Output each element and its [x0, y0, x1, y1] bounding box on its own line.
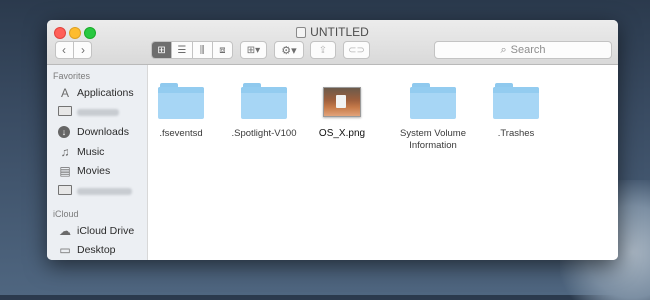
sidebar-item-label: iCloud Drive — [77, 225, 135, 237]
share-icon: ⇪ — [318, 44, 328, 56]
sidebar-item-redacted-folder[interactable] — [58, 103, 147, 121]
view-switcher: ⊞ ☰ ⫼ ⧈ — [151, 41, 233, 59]
sidebar-item-redacted-folder-2[interactable] — [58, 182, 147, 200]
chevron-left-icon: ‹ — [62, 43, 66, 57]
search-icon: ⌕ — [500, 43, 507, 56]
folder-icon — [493, 83, 539, 119]
file-item[interactable]: System Volume Information — [388, 77, 478, 152]
file-name: .Trashes — [497, 128, 535, 139]
sidebar-item-movies[interactable]: ▤ Movies — [58, 162, 147, 180]
redacted-label — [77, 187, 132, 195]
desktop-icon: ▭ — [59, 243, 71, 257]
list-view-button[interactable]: ☰ — [171, 42, 191, 58]
arrange-button[interactable]: ⊞▾ — [240, 41, 267, 59]
sidebar-item-label: Music — [77, 146, 105, 158]
sidebar-item-label: Applications — [77, 87, 134, 99]
tags-button[interactable]: ⊂⊃ — [343, 41, 370, 59]
file-item[interactable]: .fseventsd — [136, 77, 226, 140]
sidebar: Favorites A Applications ↓ Downloads ♫ M… — [47, 65, 148, 260]
file-item[interactable]: .Trashes — [471, 77, 561, 140]
folder-icon — [158, 83, 204, 119]
column-view-button[interactable]: ⫼ — [191, 42, 212, 58]
cover-flow-button[interactable]: ⧈ — [211, 42, 232, 58]
arrange-icon: ⊞▾ — [246, 44, 261, 56]
file-name: .fseventsd — [159, 128, 203, 139]
back-button[interactable]: ‹ — [55, 42, 73, 58]
file-item[interactable]: OS_X.png — [297, 77, 387, 140]
titlebar: UNTITLED ‹ › ⊞ ☰ ⫼ ⧈ ⊞▾ ⚙▾ ⇪ ⊂⊃ ⌕ Search — [47, 20, 618, 65]
downloads-icon: ↓ — [58, 126, 72, 138]
file-item[interactable]: .Spotlight-V100 — [219, 77, 309, 140]
sidebar-item-label: Desktop — [77, 244, 116, 256]
file-name: .Spotlight-V100 — [231, 128, 297, 139]
forward-button[interactable]: › — [73, 42, 92, 58]
file-name-line-2: Information — [409, 140, 457, 151]
window-title-text: UNTITLED — [310, 25, 369, 39]
tag-icon: ⊂⊃ — [348, 44, 365, 56]
file-browser: .fseventsd .Spotlight-V100 OS_X.png Syst… — [148, 65, 618, 260]
icon-view-icon: ⊞ — [157, 44, 166, 56]
icon-view-button[interactable]: ⊞ — [152, 42, 172, 58]
image-thumbnail-icon — [323, 87, 361, 117]
sidebar-header-favorites: Favorites — [53, 71, 91, 81]
sidebar-header-icloud: iCloud — [53, 209, 79, 219]
share-button[interactable]: ⇪ — [310, 41, 336, 59]
applications-icon: A — [60, 86, 69, 100]
sidebar-item-icloud-drive[interactable]: ☁ iCloud Drive — [58, 222, 147, 240]
sidebar-item-label: Downloads — [77, 126, 129, 138]
redacted-label — [77, 108, 119, 116]
sidebar-item-desktop[interactable]: ▭ Desktop — [58, 241, 147, 259]
folder-icon — [241, 83, 287, 119]
disk-icon — [296, 26, 307, 38]
folder-icon — [58, 105, 72, 119]
file-name-line-1: System Volume — [400, 128, 466, 139]
folder-icon — [410, 83, 456, 119]
search-placeholder: Search — [510, 44, 546, 56]
search-field[interactable]: ⌕ Search — [434, 41, 612, 59]
sidebar-item-label: Movies — [77, 165, 111, 177]
cover-flow-icon: ⧈ — [219, 44, 226, 56]
list-view-icon: ☰ — [177, 44, 187, 56]
chevron-right-icon: › — [81, 43, 85, 57]
gear-icon: ⚙▾ — [281, 44, 297, 57]
back-forward-group: ‹ › — [55, 41, 92, 59]
sidebar-item-applications[interactable]: A Applications — [58, 84, 147, 102]
movies-icon: ▤ — [59, 164, 71, 178]
cloud-icon: ☁ — [59, 224, 71, 238]
sidebar-item-music[interactable]: ♫ Music — [58, 143, 147, 161]
action-button[interactable]: ⚙▾ — [274, 41, 304, 59]
file-name: OS_X.png — [318, 128, 366, 139]
column-view-icon: ⫼ — [199, 44, 205, 56]
finder-window: UNTITLED ‹ › ⊞ ☰ ⫼ ⧈ ⊞▾ ⚙▾ ⇪ ⊂⊃ ⌕ Search — [47, 20, 618, 260]
sidebar-item-downloads[interactable]: ↓ Downloads — [58, 123, 147, 141]
music-icon: ♫ — [60, 145, 70, 159]
window-title: UNTITLED — [47, 24, 618, 40]
folder-icon — [58, 184, 72, 198]
file-name: System Volume Information — [400, 128, 466, 152]
